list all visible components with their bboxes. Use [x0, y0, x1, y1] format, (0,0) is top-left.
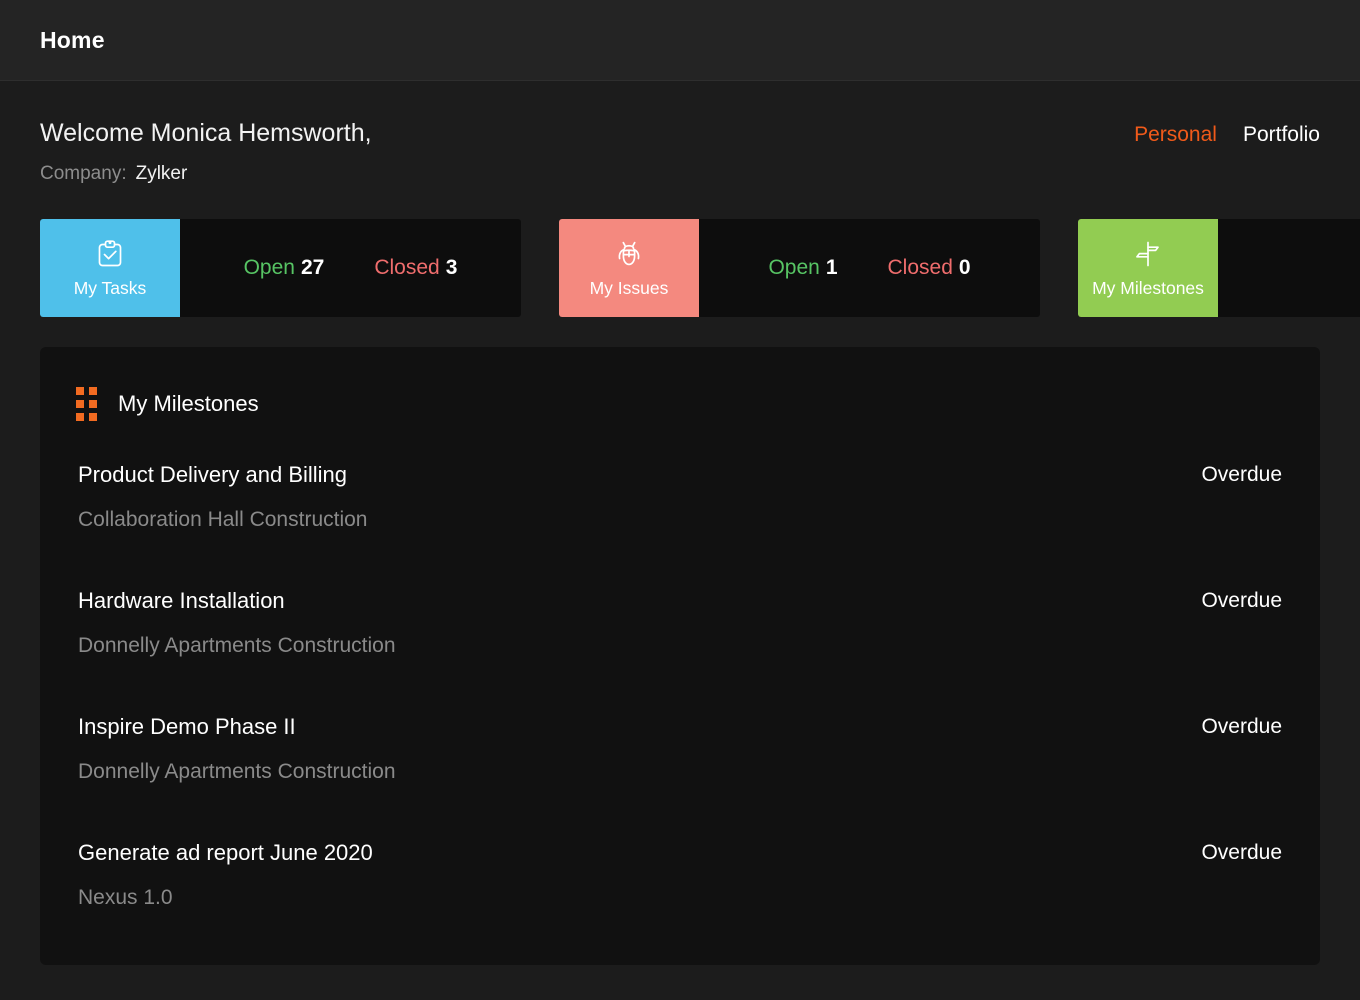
milestone-name[interactable]: Inspire Demo Phase II	[78, 713, 396, 741]
milestone-row[interactable]: Hardware Installation Donnelly Apartment…	[74, 576, 1286, 702]
milestone-project: Donnelly Apartments Construction	[78, 759, 396, 785]
welcome-block: Welcome Monica Hemsworth, Company: Zylke…	[40, 117, 372, 185]
welcome-greeting: Welcome Monica Hemsworth,	[40, 117, 372, 149]
stat-tile-my-tasks[interactable]: My Tasks	[40, 219, 180, 317]
milestone-info: Hardware Installation Donnelly Apartment…	[78, 587, 396, 659]
milestone-list: Product Delivery and Billing Collaborati…	[74, 450, 1286, 954]
panel-title: My Milestones	[118, 391, 259, 417]
top-header-bar: Home	[0, 0, 1360, 81]
open-count-my-tasks: Open 27	[244, 256, 325, 280]
milestone-project: Nexus 1.0	[78, 885, 373, 911]
signpost-icon	[1132, 238, 1164, 275]
stat-counts-my-issues: Open 1 Closed 0	[699, 219, 1040, 317]
milestone-row[interactable]: Generate ad report June 2020 Nexus 1.0 O…	[74, 828, 1286, 954]
stat-tile-label-my-issues: My Issues	[590, 278, 669, 298]
milestone-status: Overdue	[1201, 587, 1282, 615]
view-switcher: Personal Portfolio	[1134, 117, 1320, 147]
page-title: Home	[40, 27, 105, 54]
panel-header: My Milestones	[74, 375, 1286, 421]
stat-tile-my-issues[interactable]: My Issues	[559, 219, 699, 317]
open-label: Open	[768, 256, 819, 279]
open-label: Open	[244, 256, 295, 279]
clipboard-check-icon	[94, 238, 126, 275]
milestone-name[interactable]: Hardware Installation	[78, 587, 396, 615]
milestone-info: Inspire Demo Phase II Donnelly Apartment…	[78, 713, 396, 785]
milestone-row[interactable]: Product Delivery and Billing Collaborati…	[74, 450, 1286, 576]
open-value: 1	[826, 256, 838, 279]
stat-counts-my-milestones: Open	[1218, 219, 1360, 317]
stat-cards-row: My Tasks Open 27 Closed 3	[40, 219, 1360, 317]
milestone-status: Overdue	[1201, 713, 1282, 741]
nav-link-personal[interactable]: Personal	[1134, 123, 1217, 147]
drag-grid-icon[interactable]	[76, 387, 97, 421]
milestone-status: Overdue	[1201, 839, 1282, 867]
company-value: Zylker	[136, 163, 188, 185]
company-label: Company:	[40, 163, 127, 185]
closed-count-my-issues: Closed 0	[888, 256, 971, 280]
closed-value: 3	[446, 256, 458, 279]
welcome-row: Welcome Monica Hemsworth, Company: Zylke…	[40, 81, 1320, 185]
company-line: Company: Zylker	[40, 163, 372, 185]
milestone-row[interactable]: Inspire Demo Phase II Donnelly Apartment…	[74, 702, 1286, 828]
bug-icon	[613, 238, 645, 275]
stat-card-my-milestones[interactable]: My Milestones Open	[1078, 219, 1360, 317]
milestone-info: Product Delivery and Billing Collaborati…	[78, 461, 367, 533]
stat-tile-my-milestones[interactable]: My Milestones	[1078, 219, 1218, 317]
stat-tile-label-my-tasks: My Tasks	[74, 278, 147, 298]
milestone-project: Collaboration Hall Construction	[78, 507, 367, 533]
open-value: 27	[301, 256, 324, 279]
milestone-status: Overdue	[1201, 461, 1282, 489]
closed-label: Closed	[374, 256, 439, 279]
stat-card-my-issues[interactable]: My Issues Open 1 Closed 0	[559, 219, 1040, 317]
milestone-info: Generate ad report June 2020 Nexus 1.0	[78, 839, 373, 911]
nav-link-portfolio[interactable]: Portfolio	[1243, 123, 1320, 147]
closed-value: 0	[959, 256, 971, 279]
stat-tile-label-my-milestones: My Milestones	[1092, 278, 1204, 298]
stat-counts-my-tasks: Open 27 Closed 3	[180, 219, 521, 317]
milestone-project: Donnelly Apartments Construction	[78, 633, 396, 659]
closed-count-my-tasks: Closed 3	[374, 256, 457, 280]
stat-card-my-tasks[interactable]: My Tasks Open 27 Closed 3	[40, 219, 521, 317]
page-body: Welcome Monica Hemsworth, Company: Zylke…	[0, 81, 1360, 1000]
my-milestones-panel: My Milestones Product Delivery and Billi…	[40, 347, 1320, 965]
milestone-name[interactable]: Product Delivery and Billing	[78, 461, 367, 489]
milestone-name[interactable]: Generate ad report June 2020	[78, 839, 373, 867]
closed-label: Closed	[888, 256, 953, 279]
open-count-my-issues: Open 1	[768, 256, 837, 280]
